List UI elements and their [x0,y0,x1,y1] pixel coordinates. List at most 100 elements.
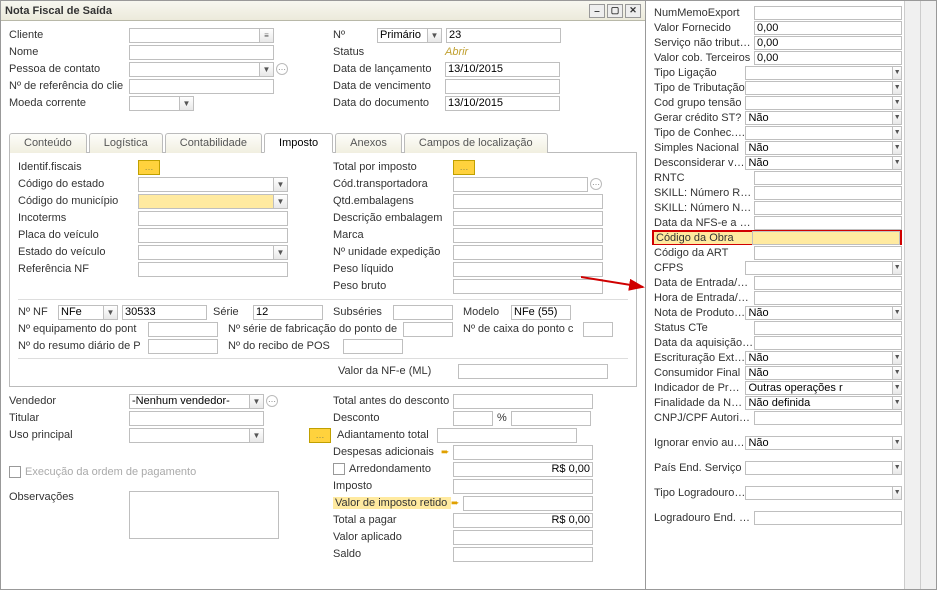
marca-input[interactable] [453,228,603,243]
side-input[interactable] [754,246,902,260]
placa-input[interactable] [138,228,288,243]
tab-conteudo[interactable]: Conteúdo [9,133,87,153]
dropdown-icon[interactable]: ▼ [893,486,902,500]
nonf-val[interactable] [122,305,207,320]
tab-contabilidade[interactable]: Contabilidade [165,133,262,153]
dropdown-icon[interactable]: ▼ [893,306,902,320]
adiant-detail[interactable]: … [309,428,331,443]
side-input[interactable] [754,276,902,290]
dropdown-icon[interactable]: ▼ [893,81,902,95]
side-input[interactable] [745,381,893,395]
side-input[interactable] [745,436,893,450]
desc-pct-input[interactable] [453,411,493,426]
dropdown-icon[interactable]: ▼ [893,461,902,475]
side-input[interactable] [754,411,902,425]
refnf-input[interactable] [138,262,288,277]
side-input[interactable] [754,186,902,200]
dropdown-icon[interactable]: ▼ [893,111,902,125]
side-input[interactable] [754,216,902,230]
arred-input[interactable] [453,462,593,477]
tab-campos[interactable]: Campos de localização [404,133,548,153]
unexp-input[interactable] [453,245,603,260]
municipio-input[interactable] [138,194,273,209]
pagar-input[interactable] [453,513,593,528]
side-input[interactable] [745,261,893,275]
side-input[interactable] [754,291,902,305]
tab-anexos[interactable]: Anexos [335,133,402,153]
dropdown-icon[interactable]: ▼ [103,305,118,320]
identif-detail-button[interactable]: … [138,160,160,175]
subseries-input[interactable] [393,305,453,320]
antes-input[interactable] [453,394,593,409]
dropdown-icon[interactable]: ▼ [249,428,264,443]
retido-input[interactable] [463,496,593,511]
nonf-type[interactable] [58,305,103,320]
cliente-lookup[interactable]: ≡ [259,28,274,43]
dropdown-icon[interactable]: ▼ [249,394,264,409]
side-input[interactable] [745,156,893,170]
seriefab-input[interactable] [403,322,453,337]
dropdown-icon[interactable]: ▼ [893,381,902,395]
no-value[interactable] [446,28,561,43]
serie-input[interactable] [253,305,323,320]
link-icon[interactable]: ⋯ [590,178,602,190]
side-input[interactable] [745,461,893,475]
arrow-icon[interactable]: ➨ [441,447,449,458]
side-input[interactable] [745,486,893,500]
app-scrollbar[interactable] [920,1,936,589]
moeda-input[interactable] [129,96,179,111]
obs-textarea[interactable] [129,491,279,539]
incoterms-input[interactable] [138,211,288,226]
side-input[interactable] [745,141,893,155]
maximize-button[interactable]: ▢ [607,4,623,18]
link-icon[interactable]: ⋯ [266,395,278,407]
usoprinc-input[interactable] [129,428,249,443]
doc-input[interactable] [445,96,560,111]
titular-input[interactable] [129,411,264,426]
side-input[interactable] [754,6,902,20]
side-input[interactable] [745,351,893,365]
imposto-input[interactable] [453,479,593,494]
contato-input[interactable] [129,62,259,77]
dropdown-icon[interactable]: ▼ [179,96,194,111]
dropdown-icon[interactable]: ▼ [893,351,902,365]
desc-val-input[interactable] [511,411,591,426]
side-scrollbar[interactable] [904,1,920,589]
side-input[interactable] [754,321,902,335]
side-input[interactable] [754,51,902,65]
side-input[interactable] [745,306,893,320]
dropdown-icon[interactable]: ▼ [893,396,902,410]
adiant-input[interactable] [437,428,577,443]
dropdown-icon[interactable]: ▼ [893,366,902,380]
dropdown-icon[interactable]: ▼ [273,245,288,260]
side-input[interactable] [754,36,902,50]
valorml-input[interactable] [458,364,608,379]
dropdown-icon[interactable]: ▼ [273,194,288,209]
dropdown-icon[interactable]: ▼ [893,156,902,170]
arred-checkbox[interactable] [333,463,345,475]
side-input[interactable] [754,511,902,525]
modelo-input[interactable] [511,305,571,320]
recibo-input[interactable] [343,339,403,354]
nome-input[interactable] [129,45,274,60]
estveic-input[interactable] [138,245,273,260]
side-input[interactable] [745,366,893,380]
close-button[interactable]: ✕ [625,4,641,18]
dropdown-icon[interactable]: ▼ [893,96,902,110]
tab-logistica[interactable]: Logística [89,133,163,153]
cliente-input[interactable] [129,28,259,43]
aplic-input[interactable] [453,530,593,545]
tab-imposto[interactable]: Imposto [264,133,333,153]
side-input[interactable] [745,111,893,125]
venc-input[interactable] [445,79,560,94]
dropdown-icon[interactable]: ▼ [259,62,274,77]
eqp-input[interactable] [148,322,218,337]
dropdown-icon[interactable]: ▼ [273,177,288,192]
dropdown-icon[interactable]: ▼ [893,141,902,155]
dropdown-icon[interactable]: ▼ [893,261,902,275]
caixa-input[interactable] [583,322,613,337]
side-input[interactable] [754,336,902,350]
lanc-input[interactable] [445,62,560,77]
link-icon[interactable]: ⋯ [276,63,288,75]
saldo-input[interactable] [453,547,593,562]
